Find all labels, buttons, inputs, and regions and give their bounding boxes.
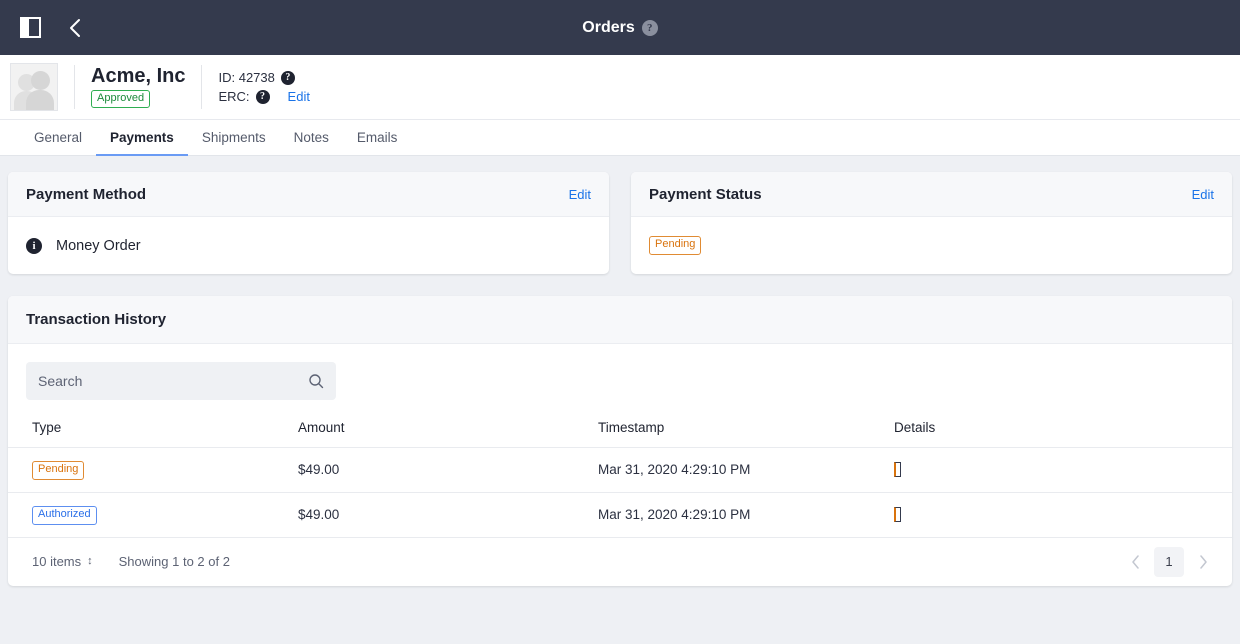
details-icon[interactable] (894, 462, 901, 478)
payment-method-card-body: i Money Order (8, 217, 609, 274)
panel-empty-part (28, 19, 39, 36)
pagination-next-button[interactable] (1188, 547, 1218, 577)
chevron-updown-icon: ↕ (87, 555, 93, 567)
column-header-details[interactable]: Details (894, 410, 1232, 448)
entity-id-help-icon[interactable]: ? (280, 70, 295, 85)
summary-cards-row: Payment Method Edit i Money Order Paymen… (8, 172, 1232, 274)
transaction-table-head: Type Amount Timestamp Details (8, 410, 1232, 448)
tab-emails[interactable]: Emails (343, 120, 412, 156)
tab-general[interactable]: General (20, 120, 96, 156)
cell-amount: $49.00 (298, 492, 598, 538)
entity-meta: ID: 42738 ? ERC: ? Edit (218, 70, 309, 104)
cell-details (894, 492, 1232, 538)
payment-status-title: Payment Status (649, 185, 762, 203)
column-header-timestamp[interactable]: Timestamp (598, 410, 894, 448)
chevron-right-icon (1199, 554, 1207, 569)
entity-erc-label: ERC: (218, 89, 250, 104)
row-type-badge: Authorized (32, 505, 97, 525)
page-help-icon[interactable]: ? (641, 19, 658, 36)
entity-name-group: Acme, Inc Approved (91, 64, 186, 109)
search-icon (309, 374, 324, 389)
payment-status-card: Payment Status Edit Pending (631, 172, 1232, 274)
cell-amount: $49.00 (298, 447, 598, 493)
transaction-history-header: Transaction History (8, 296, 1232, 344)
transaction-history-title: Transaction History (26, 311, 167, 328)
payment-method-card-header: Payment Method Edit (8, 172, 609, 217)
transaction-table-body: Pending $49.00 Mar 31, 2020 4:29:10 PM A… (8, 447, 1232, 538)
status-badge: Approved (91, 89, 151, 109)
table-row[interactable]: Authorized $49.00 Mar 31, 2020 4:29:10 P… (8, 492, 1232, 538)
payment-method-title: Payment Method (26, 185, 147, 203)
transaction-table: Type Amount Timestamp Details Pending $4… (8, 410, 1232, 538)
info-icon: i (26, 237, 42, 254)
page-title: Orders (582, 18, 635, 36)
payment-method-edit-link[interactable]: Edit (569, 187, 591, 202)
transaction-history-card: Transaction History Search Type Amount T… (8, 296, 1232, 586)
search-placeholder: Search (38, 373, 83, 389)
cell-type: Authorized (8, 492, 298, 538)
tab-shipments[interactable]: Shipments (188, 120, 280, 156)
page-title-group: Orders ? (0, 19, 1240, 37)
header-divider-left (74, 65, 75, 109)
payment-status-card-body: Pending (631, 217, 1232, 274)
sidebar-toggle-icon[interactable] (20, 17, 41, 38)
entity-erc-help-icon[interactable]: ? (255, 89, 270, 104)
cell-details (894, 447, 1232, 493)
entity-name: Acme, Inc (91, 64, 186, 87)
table-footer: 10 items ↕ Showing 1 to 2 of 2 1 (8, 538, 1232, 586)
entity-id-row: ID: 42738 ? (218, 70, 309, 85)
table-header-row: Type Amount Timestamp Details (8, 410, 1232, 448)
cell-type: Pending (8, 447, 298, 493)
entity-header: Acme, Inc Approved ID: 42738 ? ERC: ? Ed… (0, 55, 1240, 120)
entity-id-label: ID: 42738 (218, 70, 275, 85)
pagination-prev-button[interactable] (1120, 547, 1150, 577)
payment-status-card-header: Payment Status Edit (631, 172, 1232, 217)
search-input[interactable]: Search (26, 362, 336, 400)
entity-status-wrap: Approved (91, 89, 185, 109)
details-icon[interactable] (894, 507, 901, 523)
pagination-page-1[interactable]: 1 (1154, 546, 1184, 577)
items-per-page-label: 10 items (32, 554, 82, 569)
tab-notes[interactable]: Notes (280, 120, 343, 156)
avatar (10, 63, 58, 111)
top-app-bar: Orders ? (0, 0, 1240, 55)
table-row[interactable]: Pending $49.00 Mar 31, 2020 4:29:10 PM (8, 447, 1232, 493)
payment-method-card: Payment Method Edit i Money Order (8, 172, 609, 274)
main-content: Payment Method Edit i Money Order Paymen… (0, 156, 1240, 586)
avatar-silhouette-front-head (31, 71, 50, 90)
showing-range-label: Showing 1 to 2 of 2 (118, 554, 230, 569)
tab-bar: General Payments Shipments Notes Emails (0, 120, 1240, 156)
payment-method-value: Money Order (56, 237, 141, 254)
entity-edit-link[interactable]: Edit (288, 89, 310, 104)
payment-status-edit-link[interactable]: Edit (1192, 187, 1214, 202)
tab-payments[interactable]: Payments (96, 120, 188, 156)
cell-timestamp: Mar 31, 2020 4:29:10 PM (598, 492, 894, 538)
items-per-page-select[interactable]: 10 items ↕ (32, 554, 93, 569)
row-type-badge: Pending (32, 461, 85, 480)
chevron-left-icon (1131, 554, 1139, 569)
avatar-silhouette-front-body (26, 90, 54, 110)
header-divider-right (201, 65, 203, 109)
column-header-amount[interactable]: Amount (298, 410, 598, 448)
pagination: 1 (1120, 546, 1218, 577)
payment-status-badge: Pending (649, 236, 702, 255)
entity-erc-row: ERC: ? Edit (218, 89, 309, 104)
search-row: Search (8, 344, 1232, 410)
column-header-type[interactable]: Type (8, 410, 298, 448)
cell-timestamp: Mar 31, 2020 4:29:10 PM (598, 447, 894, 493)
panel-filled-part (22, 19, 29, 36)
back-chevron-icon[interactable] (63, 17, 85, 39)
